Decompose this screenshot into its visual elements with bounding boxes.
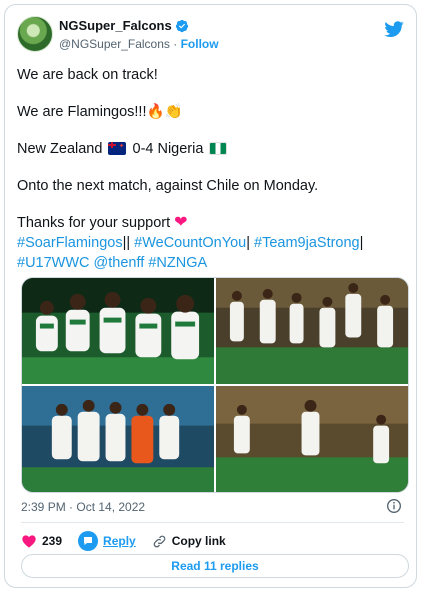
hashtag-separator: || — [122, 235, 131, 251]
hashtag-separator: | — [359, 235, 364, 251]
author-name-row: NGSuper_Falcons — [59, 18, 189, 33]
photo-team-huddle[interactable] — [22, 386, 214, 492]
tweet-line-3: New Zealand 0-4 Nigeria — [17, 139, 407, 159]
tweet-text: We are back on track! We are Flamingos!!… — [17, 65, 407, 273]
photo-player-celebrating[interactable] — [216, 386, 408, 492]
separator-dot: · — [173, 37, 178, 51]
copy-link-button[interactable]: Copy link — [152, 534, 226, 549]
info-icon[interactable] — [386, 498, 402, 514]
hashtag-line-1: #SoarFlamingos|| #WeCountOnYou| #Team9ja… — [17, 233, 407, 253]
divider — [21, 522, 404, 523]
hashtag-separator: | — [246, 235, 250, 251]
like-button[interactable]: 239 — [21, 533, 62, 549]
hashtag-u17wwc[interactable]: #U17WWC — [17, 255, 90, 271]
follow-button[interactable]: Follow — [181, 37, 219, 51]
mention-thenff[interactable]: @thenff — [94, 255, 145, 271]
hashtag-team9jastrong[interactable]: #Team9jaStrong — [254, 235, 360, 251]
thanks-text: Thanks for your support — [17, 215, 171, 231]
read-replies-button[interactable]: Read 11 replies — [21, 554, 409, 578]
photo-team-celebration[interactable] — [22, 278, 214, 384]
hashtag-line-2: #U17WWC @thenff #NZNGA — [17, 253, 407, 273]
heart-icon — [22, 535, 36, 548]
red-heart-icon: ❤ — [174, 214, 188, 231]
tweet-line-5: Thanks for your support ❤ — [17, 213, 407, 233]
reply-button[interactable]: Reply — [78, 531, 136, 551]
author-handle[interactable]: @NGSuper_Falcons — [59, 37, 170, 51]
like-count: 239 — [42, 534, 63, 548]
copy-link-label: Copy link — [171, 534, 226, 548]
tweet-header: NGSuper_Falcons @NGSuper_Falcons · Follo… — [17, 16, 404, 58]
team-new-zealand: New Zealand — [17, 141, 103, 157]
author-avatar[interactable] — [17, 16, 53, 52]
nigeria-flag-icon — [209, 142, 228, 155]
verified-badge-icon — [175, 19, 188, 32]
reply-label: Reply — [103, 534, 136, 548]
reply-icon — [78, 531, 99, 551]
tweet-line-1: We are back on track! — [17, 67, 158, 83]
tweet-line-2: We are Flamingos!!!🔥👏 — [17, 104, 183, 120]
tweet-card: NGSuper_Falcons @NGSuper_Falcons · Follo… — [4, 4, 417, 588]
tweet-timestamp[interactable]: 2:39 PM · Oct 14, 2022 — [21, 500, 145, 514]
photo-players-dancing[interactable] — [216, 278, 408, 384]
score-nigeria: 0-4 Nigeria — [132, 141, 204, 157]
handle-row: @NGSuper_Falcons · Follow — [59, 37, 219, 51]
twitter-bird-icon[interactable] — [384, 19, 404, 39]
tweet-line-4: Onto the next match, against Chile on Mo… — [17, 178, 319, 194]
author-name[interactable]: NGSuper_Falcons — [59, 18, 172, 33]
hashtag-wecountonyou[interactable]: #WeCountOnYou — [134, 235, 246, 251]
hashtag-nznga[interactable]: #NZNGA — [148, 255, 207, 271]
action-bar: 239 Reply Copy link — [21, 531, 242, 551]
link-icon — [153, 535, 165, 547]
media-grid — [21, 277, 409, 493]
new-zealand-flag-icon — [108, 142, 127, 155]
hashtag-soarflamingos[interactable]: #SoarFlamingos — [17, 235, 123, 251]
